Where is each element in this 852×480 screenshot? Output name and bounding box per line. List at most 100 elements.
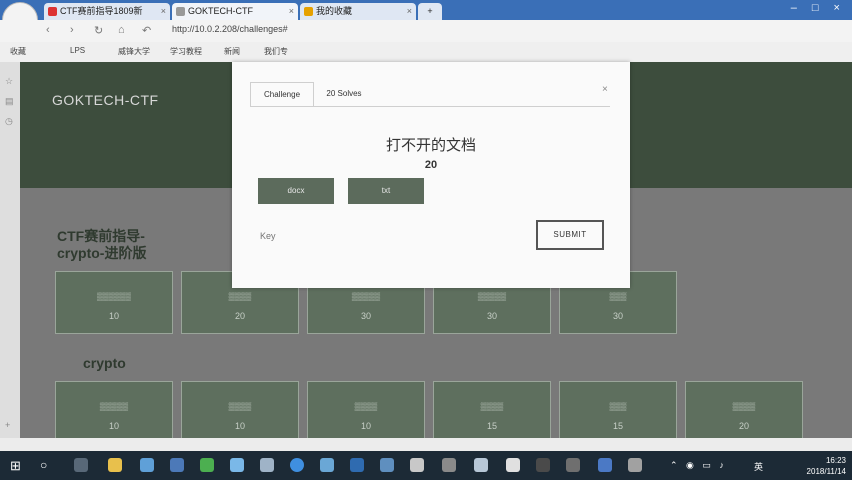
input-method-indicator[interactable]: 英 [754,460,763,473]
bookmark-item[interactable]: LPS [70,46,85,55]
app-icon[interactable] [410,458,424,472]
site-brand[interactable]: GOKTECH-CTF [52,92,159,108]
challenge-points: 10 [234,421,245,431]
challenge-name: ▒▒▒▒▒ [477,292,507,301]
tab-label: CTF赛前指导1809新 [60,6,143,16]
tab-goktech-ctf[interactable]: GOKTECH-CTF × [172,3,298,20]
windows-start-icon[interactable]: ⊞ [10,458,21,474]
tab-challenge[interactable]: Challenge [250,82,314,107]
tab-favicon-icon [176,7,185,16]
challenge-points: 15 [486,421,497,431]
app-icon[interactable] [628,458,642,472]
bookmarks-bar: 收藏 LPS 威锋大学 学习教程 新闻 我们专 [0,42,852,63]
challenge-title: 打不开的文档 [385,137,476,154]
close-icon[interactable]: × [161,3,166,20]
search-icon[interactable]: ○ [40,458,47,472]
challenge-points: 20 [424,159,438,171]
add-icon[interactable]: + [5,420,10,430]
history-icon[interactable]: ◷ [5,116,13,127]
challenge-card[interactable]: ▒▒▒▒▒▒ 10 [55,271,173,334]
app-icon[interactable] [320,458,334,472]
forward-icon[interactable]: › [70,24,74,36]
new-tab-button[interactable]: + [418,3,442,20]
app-icon[interactable] [230,458,244,472]
challenge-card[interactable]: ▒▒▒▒▒ 10 [55,381,173,438]
tab-solves[interactable]: 20 Solves [316,82,372,106]
tab-favicon-icon [304,7,313,16]
tab-favicon-icon [48,7,57,16]
home-icon[interactable]: ⌂ [118,24,125,36]
bookmark-item[interactable]: 我们专 [264,46,288,57]
app-icon[interactable] [260,458,274,472]
challenge-name: ▒▒▒ [609,402,627,411]
challenge-card[interactable]: ▒▒▒▒ 10 [307,381,425,438]
settings-icon[interactable] [442,458,456,472]
challenge-points: 30 [486,311,497,321]
system-tray-icons[interactable]: ⌃ ◉ ▭ ♪ [670,460,727,471]
challenge-card[interactable]: ▒▒▒▒ 20 [685,381,803,438]
challenge-name: ▒▒▒▒ [228,292,252,301]
challenge-points: 10 [108,421,119,431]
bookmark-item[interactable]: 收藏 [10,46,26,57]
app-icon[interactable] [200,458,214,472]
file-txt-button[interactable]: txt [348,178,424,204]
bookmark-item[interactable]: 学习教程 [170,46,202,57]
app-icon[interactable] [506,458,520,472]
bookmark-item[interactable]: 威锋大学 [118,46,150,57]
browser-sidebar: ☆ ▤ ◷ + [0,62,20,438]
clock-date: 2018/11/14 [806,467,846,476]
browser-taskbar-icon[interactable] [290,458,304,472]
app-icon[interactable] [380,458,394,472]
back-icon[interactable]: ‹ [46,24,50,36]
challenge-card[interactable]: ▒▒▒▒ 10 [181,381,299,438]
tab-divider [250,106,610,107]
undo-icon[interactable]: ↶ [142,24,151,37]
app-icon[interactable] [566,458,580,472]
window-controls[interactable]: – □ × [791,2,846,14]
challenge-name: ▒▒▒▒▒ [351,292,381,301]
challenge-name: ▒▒▒▒ [480,402,504,411]
challenge-points: 30 [360,311,371,321]
app-icon[interactable] [536,458,550,472]
challenge-points: 20 [738,421,749,431]
submit-button[interactable]: SUBMIT [536,220,604,250]
file-explorer-icon[interactable] [108,458,122,472]
challenge-name: ▒▒▒▒ [732,402,756,411]
challenge-modal: Challenge 20 Solves × 打不开的文档 20 docx txt… [232,62,630,288]
clock-time: 16:23 [825,456,846,465]
challenge-points: 20 [234,311,245,321]
challenge-card[interactable]: ▒▒▒▒ 15 [433,381,551,438]
tab-ctf-guide[interactable]: CTF赛前指导1809新 × [44,3,170,20]
app-icon[interactable] [598,458,612,472]
challenge-card[interactable]: ▒▒▒ 15 [559,381,677,438]
tab-label: 我的收藏 [316,6,353,16]
section-title: crypto [83,355,126,371]
close-icon[interactable]: × [289,3,294,20]
challenge-name: ▒▒▒▒▒▒ [96,292,131,301]
challenge-name: ▒▒▒▒ [354,402,378,411]
news-icon[interactable]: ▤ [5,96,14,107]
taskbar: ⊞ ○ ⌃ ◉ ▭ ♪ 英 16:23 2018/11/14 [0,451,852,480]
browser-status-bar [0,438,852,451]
url-field[interactable]: http://10.0.2.208/challenges# [172,24,288,34]
app-icon[interactable] [474,458,488,472]
browser-tab-bar: CTF赛前指导1809新 × GOKTECH-CTF × 我的收藏 × + – … [0,0,852,20]
section-title: CTF赛前指导- crypto-进阶版 [57,228,147,261]
reload-icon[interactable]: ↻ [94,24,103,37]
app-icon[interactable] [350,458,364,472]
app-icon[interactable] [170,458,184,472]
file-docx-button[interactable]: docx [258,178,334,204]
challenge-points: 10 [360,421,371,431]
challenge-name: ▒▒▒ [609,292,627,301]
app-icon[interactable] [140,458,154,472]
key-input[interactable] [258,222,524,250]
close-icon[interactable]: × [602,84,608,95]
tab-favorites[interactable]: 我的收藏 × [300,3,416,20]
task-view-icon[interactable] [74,458,88,472]
close-icon[interactable]: × [407,3,412,20]
star-icon[interactable]: ☆ [5,76,13,87]
bookmark-item[interactable]: 新闻 [224,46,240,57]
taskbar-clock[interactable]: 16:23 2018/11/14 [807,455,846,477]
challenge-points: 30 [612,311,623,321]
address-bar: ‹ › ↻ ⌂ ↶ http://10.0.2.208/challenges# [0,20,852,43]
